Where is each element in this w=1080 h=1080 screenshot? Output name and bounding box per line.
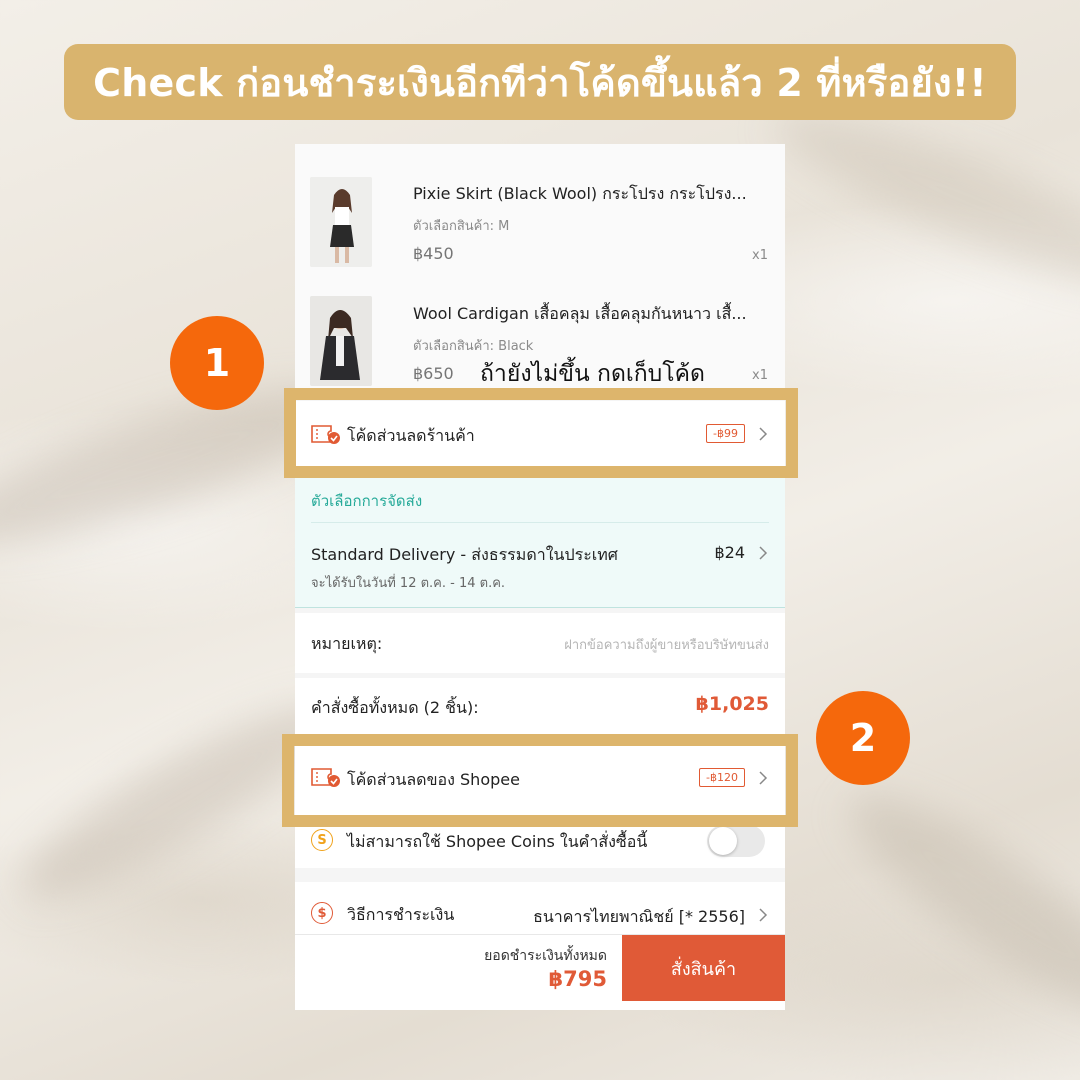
total-payment-value: ฿795 [548,967,607,991]
product-variant: ตัวเลือกสินค้า: M [413,219,510,234]
product-name: Pixie Skirt (Black Wool) กระโปรง กระโปรง… [413,184,747,203]
chevron-right-icon [759,908,768,922]
shipping-section[interactable]: ตัวเลือกการจัดส่ง Standard Delivery - ส่… [295,473,785,608]
order-total-row: คำสั่งซื้อทั้งหมด (2 ชิ้น): ฿1,025 [295,678,785,734]
highlight-box-shop-voucher [284,388,798,478]
place-order-button[interactable]: สั่งสินค้า [622,935,785,1001]
coins-label: ไม่สามารถใช้ Shopee Coins ในคำสั่งซื้อนี… [347,832,648,851]
hint-text: ถ้ายังไม่ขึ้น กดเก็บโค้ด [480,361,705,387]
step-badge-2: 2 [816,691,910,785]
shipping-title: ตัวเลือกการจัดส่ง [311,492,423,510]
coins-toggle[interactable] [707,825,765,857]
total-payment-label: ยอดชำระเงินทั้งหมด [484,948,607,964]
order-total-value: ฿1,025 [695,693,769,715]
headline-text: Check ก่อนชำระเงินอีกทีว่าโค้ดขึ้นแล้ว 2… [93,60,987,105]
product-item[interactable]: Pixie Skirt (Black Wool) กระโปรง กระโปรง… [295,160,785,280]
dollar-icon: $ [311,902,333,924]
product-price: ฿650 [413,364,454,383]
divider [311,522,769,523]
product-qty: x1 [752,248,768,263]
product-qty: x1 [752,368,768,383]
payment-method-row[interactable]: $ วิธีการชำระเงิน ธนาคารไทยพาณิชย์ [* 25… [295,882,785,942]
product-price: ฿450 [413,244,454,263]
step-number: 2 [849,716,877,760]
checkout-screen: Pixie Skirt (Black Wool) กระโปรง กระโปรง… [295,144,785,1010]
shipping-price: ฿24 [714,543,745,562]
checkout-bottom-bar: ยอดชำระเงินทั้งหมด ฿795 สั่งสินค้า [295,934,785,1010]
coin-icon: S [311,829,333,851]
shipping-method: Standard Delivery - ส่งธรรมดาในประเทศ [311,545,618,564]
payment-value: ธนาคารไทยพาณิชย์ [* 2556] [533,907,745,926]
step-badge-1: 1 [170,316,264,410]
note-label: หมายเหตุ: [311,634,383,653]
highlight-box-shopee-voucher [282,734,798,827]
fabric-fold [826,764,1080,1046]
product-variant: ตัวเลือกสินค้า: Black [413,339,534,354]
top-strip [295,144,785,160]
note-input[interactable]: ฝากข้อความถึงผู้ขายหรือบริษัทขนส่ง [564,634,769,655]
payment-label: วิธีการชำระเงิน [347,905,455,924]
headline-banner: Check ก่อนชำระเงินอีกทีว่าโค้ดขึ้นแล้ว 2… [64,44,1016,120]
order-total-label: คำสั่งซื้อทั้งหมด (2 ชิ้น): [311,698,479,717]
chevron-right-icon [759,546,768,560]
note-row[interactable]: หมายเหตุ: ฝากข้อความถึงผู้ขายหรือบริษัทข… [295,613,785,673]
product-name: Wool Cardigan เสื้อคลุม เสื้อคลุมกันหนาว… [413,304,747,323]
product-thumbnail [310,177,372,267]
step-number: 1 [203,341,231,385]
product-thumbnail [310,296,372,386]
shipping-eta: จะได้รับในวันที่ 12 ต.ค. - 14 ต.ค. [311,576,506,591]
